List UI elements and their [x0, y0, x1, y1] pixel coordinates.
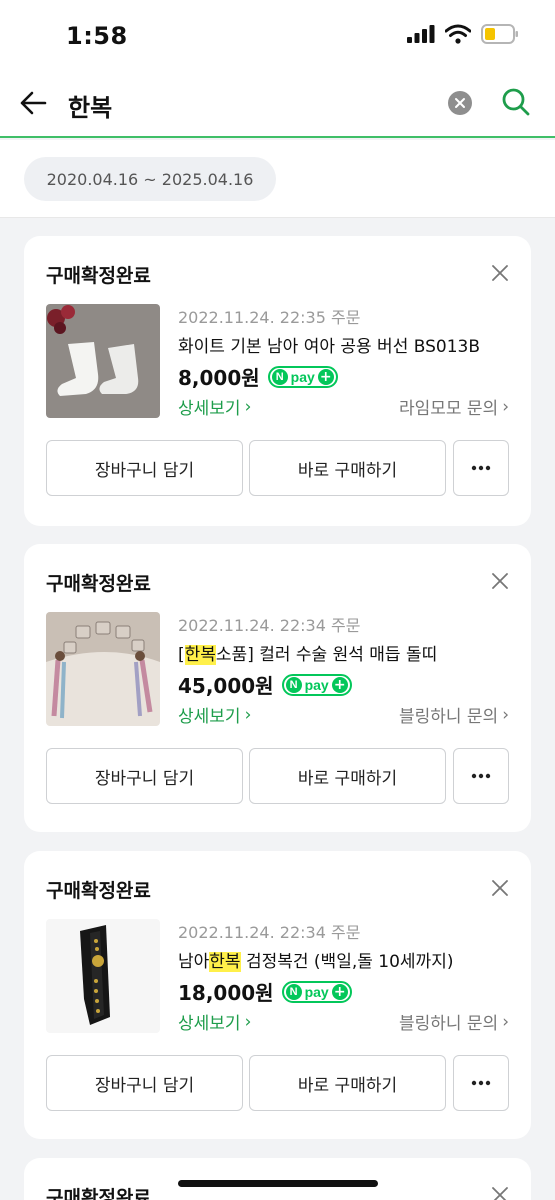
delete-order-button[interactable]: [487, 260, 513, 286]
delete-order-button[interactable]: [487, 568, 513, 594]
order-status: 구매확정완료: [46, 880, 151, 902]
delete-order-button[interactable]: [487, 1182, 513, 1200]
search-highlight: 한복: [184, 645, 216, 665]
order-card: 구매확정완료 2022.11.24. 22:34 주문 남아한복 검정복건 (백…: [24, 851, 531, 1139]
product-name-text: 화이트 기본 남아 여아 공용 버선 BS013B: [178, 337, 481, 357]
date-range-filter[interactable]: 2020.04.16 ~ 2025.04.16: [24, 157, 276, 201]
view-details-link[interactable]: 상세보기 ›: [178, 1009, 252, 1035]
chevron-right-icon: ›: [502, 704, 509, 725]
product-name[interactable]: 남아한복 검정복건 (백일,돌 10세까지): [178, 947, 453, 972]
product-image[interactable]: [46, 304, 160, 418]
order-card: 구매확정완료 2022.11.24. 22:34 주문 [한복소품] 컬러 수술…: [24, 544, 531, 832]
close-icon: [492, 573, 508, 589]
more-horizontal-icon: [471, 1080, 491, 1086]
more-horizontal-icon: [471, 465, 491, 471]
seller-inquiry-label: 라임모모 문의: [398, 399, 499, 419]
plus-icon: +: [331, 676, 348, 693]
buy-now-button[interactable]: 바로 구매하기: [249, 748, 446, 804]
battery-icon: [481, 24, 518, 44]
naver-n-icon: N: [285, 983, 302, 1000]
close-icon: [455, 98, 465, 108]
view-details-label: 상세보기: [178, 707, 241, 727]
order-date: 2022.11.24. 22:35 주문: [178, 308, 361, 327]
naver-n-icon: N: [271, 368, 288, 385]
product-image[interactable]: [46, 612, 160, 726]
close-icon: [492, 1187, 508, 1200]
status-bar: 1:58: [0, 0, 555, 72]
buy-now-button[interactable]: 바로 구매하기: [249, 1055, 446, 1111]
product-price: 18,000원: [178, 981, 274, 1005]
clear-search-button[interactable]: [448, 91, 472, 115]
npay-plus-badge: Npay +: [281, 673, 352, 696]
seller-inquiry-label: 블링하니 문의: [398, 1014, 499, 1034]
more-horizontal-icon: [471, 773, 491, 779]
search-highlight: 한복: [209, 952, 241, 972]
npay-label: pay: [304, 983, 329, 1000]
plus-icon: +: [317, 368, 334, 385]
more-options-button[interactable]: [453, 1055, 509, 1111]
product-name-prefix: 남아: [178, 952, 210, 972]
npay-label: pay: [304, 676, 329, 693]
back-button[interactable]: [16, 86, 50, 120]
order-status: 구매확정완료: [46, 1187, 151, 1200]
order-card: 구매확정완료: [24, 1158, 531, 1200]
arrow-left-icon: [20, 91, 47, 115]
chevron-right-icon: ›: [502, 396, 509, 417]
status-icons: [407, 24, 519, 44]
search-icon: [502, 88, 530, 116]
seller-inquiry-link[interactable]: 블링하니 문의 ›: [398, 1009, 509, 1035]
order-date: 2022.11.24. 22:34 주문: [178, 616, 361, 635]
more-options-button[interactable]: [453, 748, 509, 804]
add-to-cart-button[interactable]: 장바구니 담기: [46, 748, 243, 804]
view-details-label: 상세보기: [178, 399, 241, 419]
order-card: 구매확정완료 2022.11.24. 22:35 주문 화이트 기본 남아 여아…: [24, 236, 531, 526]
close-icon: [492, 265, 508, 281]
price-row: 8,000원 Npay +: [178, 362, 338, 391]
close-icon: [492, 880, 508, 896]
npay-plus-badge: Npay +: [267, 365, 338, 388]
search-header: 한복: [0, 72, 555, 138]
search-button[interactable]: [498, 84, 534, 120]
chevron-right-icon: ›: [244, 396, 252, 417]
order-date: 2022.11.24. 22:34 주문: [178, 923, 361, 942]
naver-n-icon: N: [285, 676, 302, 693]
product-name[interactable]: 화이트 기본 남아 여아 공용 버선 BS013B: [178, 332, 480, 357]
add-to-cart-button[interactable]: 장바구니 담기: [46, 1055, 243, 1111]
price-row: 45,000원 Npay +: [178, 670, 352, 699]
seller-inquiry-label: 블링하니 문의: [398, 707, 499, 727]
view-details-link[interactable]: 상세보기 ›: [178, 394, 252, 420]
more-options-button[interactable]: [453, 440, 509, 496]
status-time: 1:58: [66, 22, 128, 50]
order-status: 구매확정완료: [46, 265, 151, 287]
product-price: 45,000원: [178, 674, 274, 698]
cellular-signal-icon: [407, 25, 435, 43]
product-name-suffix: 소품] 컬러 수술 원석 매듭 돌띠: [215, 645, 438, 665]
product-name[interactable]: [한복소품] 컬러 수술 원석 매듭 돌띠: [178, 640, 437, 665]
home-indicator: [178, 1180, 378, 1187]
seller-inquiry-link[interactable]: 라임모모 문의 ›: [398, 394, 509, 420]
filter-area: 2020.04.16 ~ 2025.04.16: [0, 140, 555, 218]
price-row: 18,000원 Npay +: [178, 977, 352, 1006]
chevron-right-icon: ›: [244, 1011, 252, 1032]
npay-label: pay: [290, 368, 315, 385]
buy-now-button[interactable]: 바로 구매하기: [249, 440, 446, 496]
product-image[interactable]: [46, 919, 160, 1033]
view-details-link[interactable]: 상세보기 ›: [178, 702, 252, 728]
view-details-label: 상세보기: [178, 1014, 241, 1034]
order-status: 구매확정완료: [46, 573, 151, 595]
seller-inquiry-link[interactable]: 블링하니 문의 ›: [398, 702, 509, 728]
plus-icon: +: [331, 983, 348, 1000]
chevron-right-icon: ›: [244, 704, 252, 725]
product-name-prefix: [: [178, 645, 185, 665]
chevron-right-icon: ›: [502, 1011, 509, 1032]
npay-plus-badge: Npay +: [281, 980, 352, 1003]
delete-order-button[interactable]: [487, 875, 513, 901]
add-to-cart-button[interactable]: 장바구니 담기: [46, 440, 243, 496]
search-query[interactable]: 한복: [68, 88, 112, 123]
product-price: 8,000원: [178, 366, 260, 390]
wifi-icon: [445, 24, 471, 44]
product-name-suffix: 검정복건 (백일,돌 10세까지): [240, 952, 454, 972]
